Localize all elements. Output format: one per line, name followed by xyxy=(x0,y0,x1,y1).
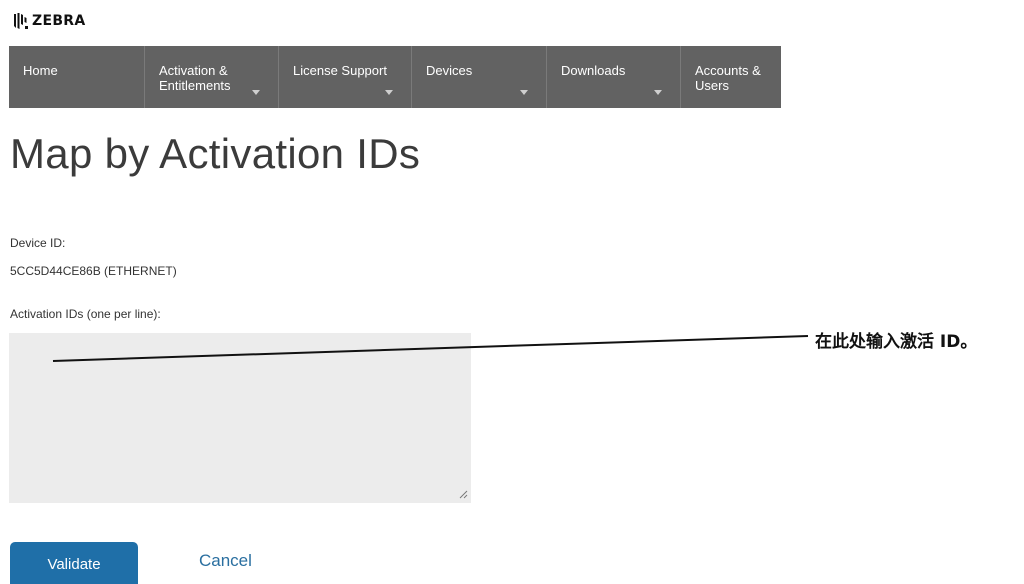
caret-down-icon xyxy=(654,90,662,95)
zebra-logo-text: ZEBRA xyxy=(32,13,86,29)
caret-down-icon xyxy=(520,90,528,95)
nav-item-label: Accounts & Users xyxy=(695,63,761,93)
main-nav: Home Activation & Entitlements License S… xyxy=(9,46,781,108)
device-id-label: Device ID: xyxy=(10,236,66,250)
nav-item-devices[interactable]: Devices xyxy=(412,46,547,108)
zebra-head-icon xyxy=(14,13,28,29)
resize-grip-icon[interactable] xyxy=(458,489,468,499)
nav-item-label: License Support xyxy=(293,63,387,78)
caret-down-icon xyxy=(385,90,393,95)
nav-item-label: Activation & Entitlements xyxy=(159,63,231,93)
zebra-logo[interactable]: ZEBRA xyxy=(12,11,86,31)
nav-item-label: Downloads xyxy=(561,63,626,78)
cancel-link[interactable]: Cancel xyxy=(199,551,252,571)
nav-item-home[interactable]: Home xyxy=(9,46,145,108)
nav-item-label: Devices xyxy=(426,63,473,78)
activation-ids-textarea[interactable] xyxy=(9,333,471,503)
callout-annotation: 在此处输入激活 ID。 xyxy=(815,332,978,352)
page-title: Map by Activation IDs xyxy=(10,130,421,177)
nav-item-activation-entitlements[interactable]: Activation & Entitlements xyxy=(145,46,279,108)
validate-button[interactable]: Validate xyxy=(10,542,138,584)
caret-down-icon xyxy=(252,90,260,95)
nav-item-downloads[interactable]: Downloads xyxy=(547,46,681,108)
nav-item-accounts-users[interactable]: Accounts & Users xyxy=(681,46,781,108)
activation-ids-label: Activation IDs (one per line): xyxy=(10,307,161,321)
nav-item-label: Home xyxy=(23,63,58,78)
device-id-value: 5CC5D44CE86B (ETHERNET) xyxy=(10,264,177,278)
nav-item-license-support[interactable]: License Support xyxy=(279,46,412,108)
